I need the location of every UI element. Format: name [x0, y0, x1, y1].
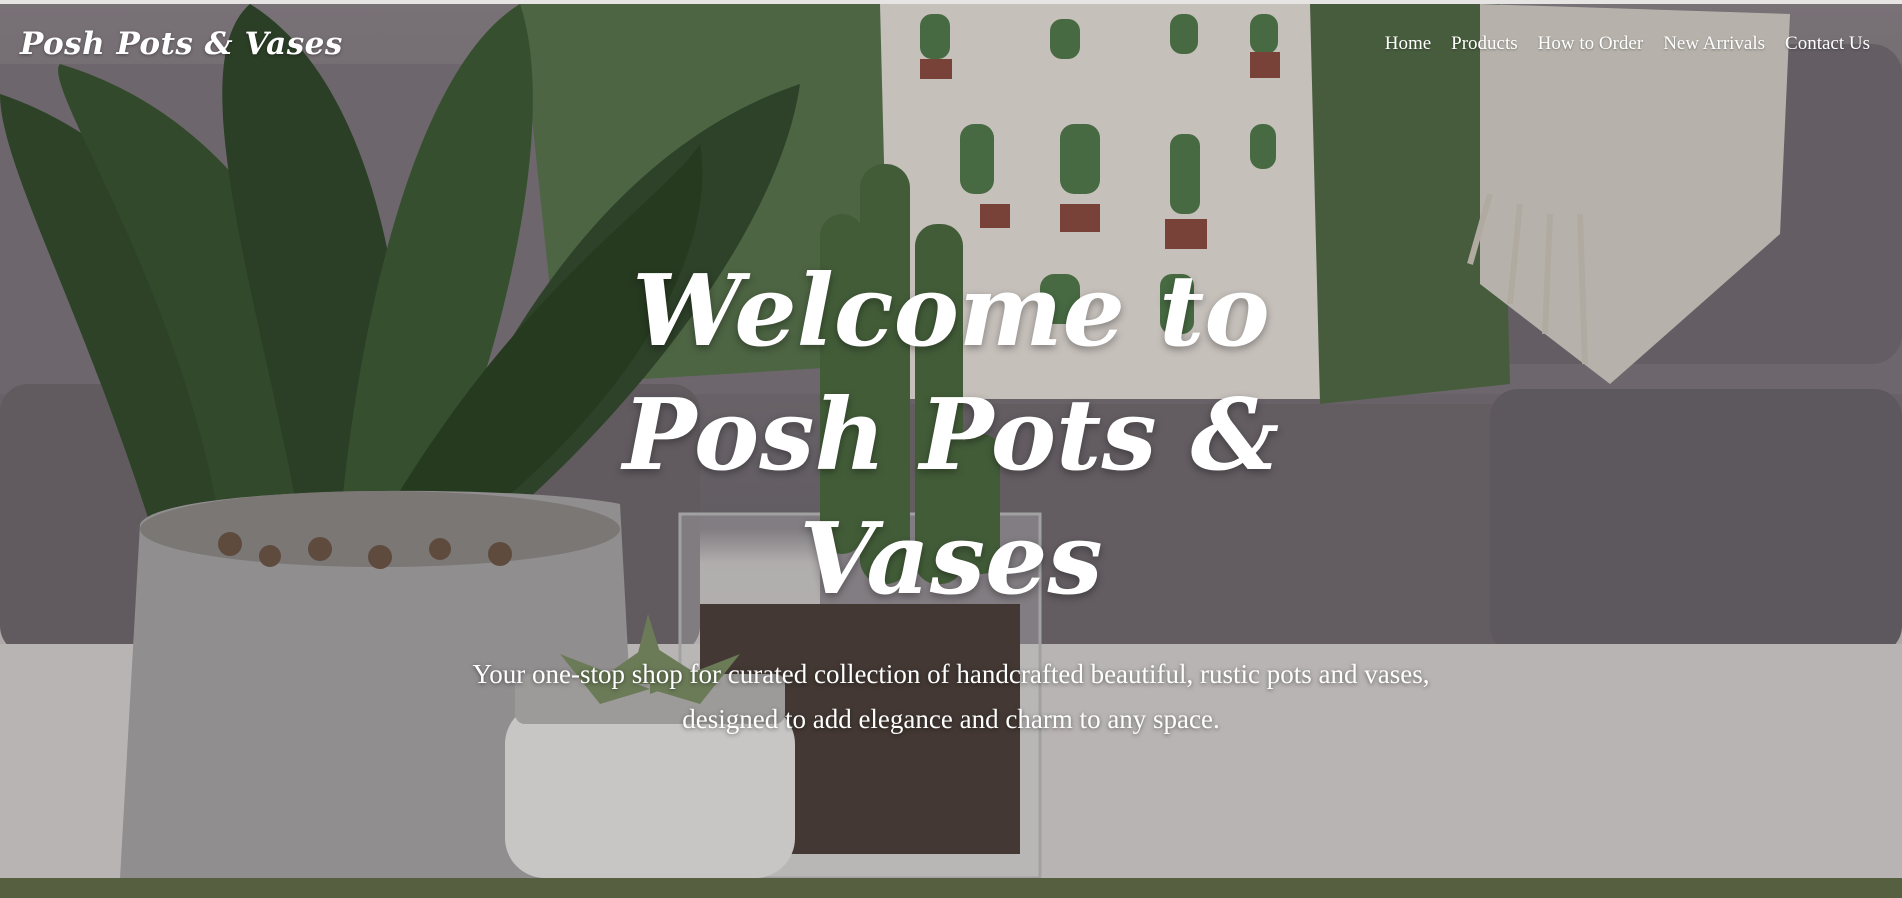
nav-home-link[interactable]: Home [1385, 33, 1431, 55]
brand-logo[interactable]: Posh Pots & Vases [20, 26, 343, 62]
hero-heading: Welcome to Posh Pots & Vases [622, 254, 1280, 617]
hero-text-block: Welcome to Posh Pots & Vases Your one-st… [0, 250, 1902, 742]
nav-products-link[interactable]: Products [1451, 33, 1518, 55]
hero-subheading: Your one-stop shop for curated collectio… [472, 659, 1430, 734]
footer-bar [0, 878, 1902, 898]
navbar: Posh Pots & Vases Home Products How to O… [0, 4, 1902, 84]
nav-contact-us-link[interactable]: Contact Us [1785, 33, 1870, 55]
nav-links: Home Products How to Order New Arrivals … [1385, 33, 1882, 55]
nav-new-arrivals-link[interactable]: New Arrivals [1663, 33, 1765, 55]
nav-how-to-order-link[interactable]: How to Order [1538, 33, 1644, 55]
